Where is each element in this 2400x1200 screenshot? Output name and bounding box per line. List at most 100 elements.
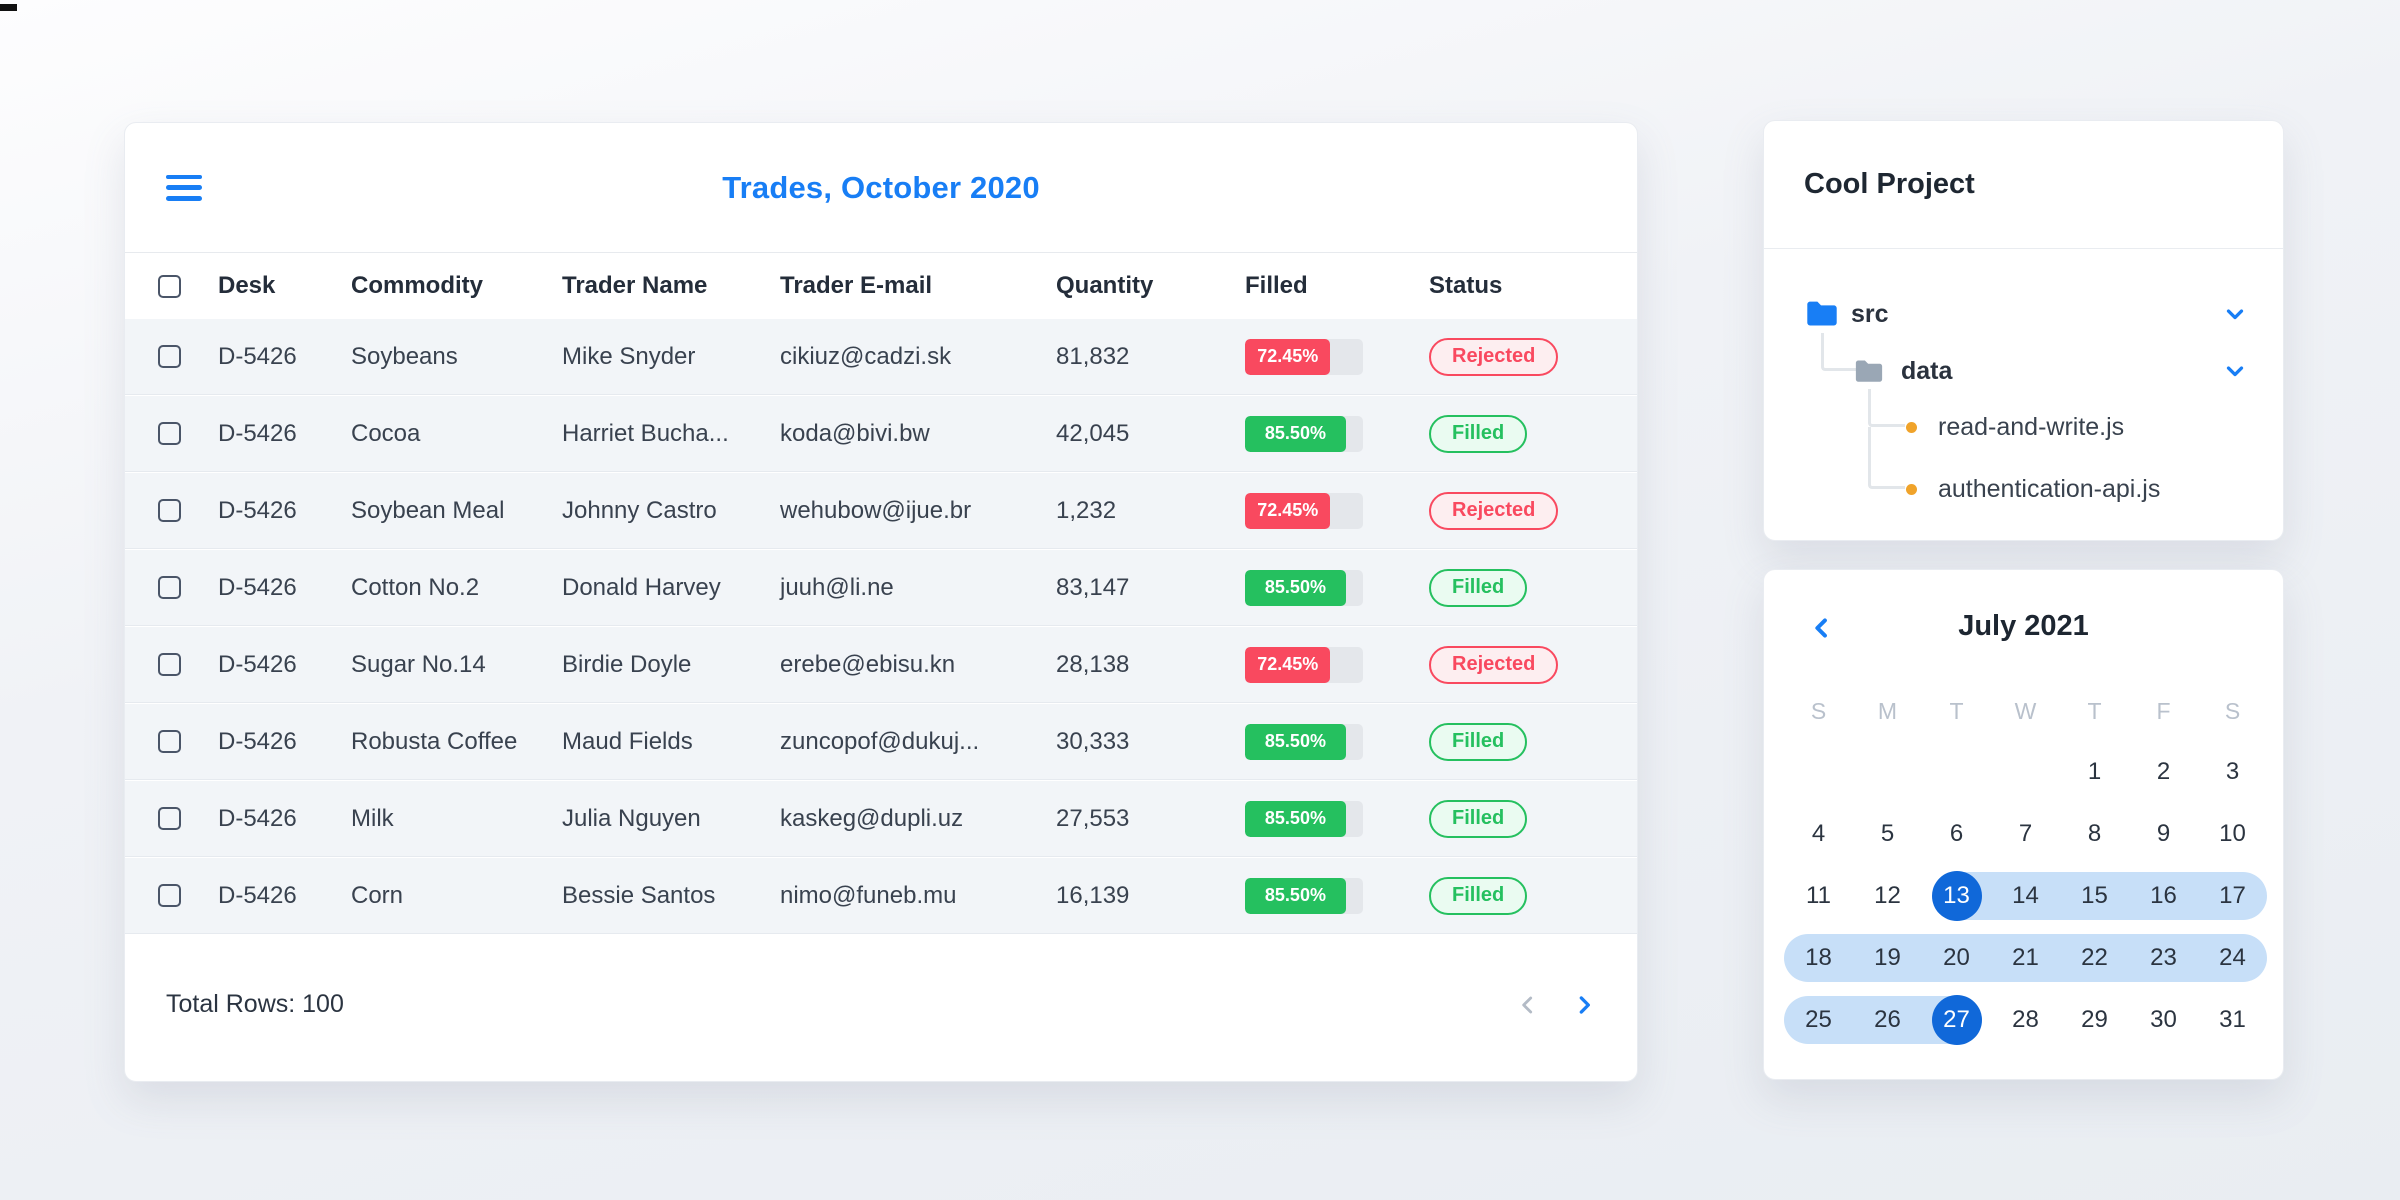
cell-desk: D-5426 [218, 727, 297, 755]
calendar-day[interactable]: 24 [2198, 927, 2267, 989]
calendar-day[interactable]: 17 [2198, 865, 2267, 927]
cell-quantity: 83,147 [1056, 573, 1130, 601]
tree-item-label: data [1901, 356, 1953, 385]
cell-commodity: Robusta Coffee [351, 727, 518, 755]
chevron-down-icon[interactable] [2222, 301, 2248, 327]
project-title: Cool Project [1804, 168, 1975, 200]
calendar-day[interactable]: 7 [1991, 803, 2060, 865]
table-row: D-5426 Soybean Meal Johnny Castro wehubo… [125, 473, 1637, 549]
row-checkbox[interactable] [158, 730, 181, 753]
filled-progress-bar: 72.45% [1245, 492, 1363, 529]
cell-trader-name: Bessie Santos [562, 881, 716, 909]
calendar-day[interactable]: 3 [2198, 741, 2267, 803]
cell-quantity: 30,333 [1056, 727, 1130, 755]
table-row: D-5426 Soybeans Mike Snyder cikiuz@cadzi… [125, 319, 1637, 395]
row-checkbox[interactable] [158, 884, 181, 907]
cell-trader-name: Birdie Doyle [562, 650, 692, 678]
day-of-week-label: S [1810, 697, 1827, 724]
tree-item-data[interactable]: data [1854, 349, 1952, 393]
cell-desk: D-5426 [218, 881, 297, 909]
table-row: D-5426 Corn Bessie Santos nimo@funeb.mu … [125, 858, 1637, 934]
cell-quantity: 28,138 [1056, 650, 1130, 678]
filled-percent-label: 72.45% [1257, 346, 1319, 366]
row-checkbox[interactable] [158, 345, 181, 368]
table-row: D-5426 Milk Julia Nguyen kaskeg@dupli.uz… [125, 781, 1637, 857]
cell-desk: D-5426 [218, 342, 297, 370]
screen-artifact [0, 4, 17, 11]
calendar-day[interactable]: 23 [2129, 927, 2198, 989]
calendar-day[interactable]: 18 [1784, 927, 1853, 989]
status-badge: Rejected [1429, 645, 1559, 684]
trades-title: Trades, October 2020 [722, 169, 1040, 205]
cell-trader-name: Johnny Castro [562, 496, 717, 524]
calendar-day[interactable]: 1 [2060, 741, 2129, 803]
calendar-day[interactable]: 2 [2129, 741, 2198, 803]
calendar-day[interactable]: 20 [1922, 927, 1991, 989]
cell-trader-email: erebe@ebisu.kn [780, 650, 956, 678]
calendar-day[interactable]: 19 [1853, 927, 1922, 989]
calendar-day[interactable]: 25 [1784, 989, 1853, 1051]
col-header-commodity: Commodity [351, 272, 483, 299]
calendar-day[interactable]: 26 [1853, 989, 1922, 1051]
day-of-week-label: M [1877, 697, 1898, 724]
tree-item-file[interactable]: read-and-write.js [1906, 405, 2124, 449]
calendar-day-empty [1853, 741, 1922, 803]
cell-trader-email: wehubow@ijue.br [780, 496, 972, 524]
calendar-day[interactable]: 31 [2198, 989, 2267, 1051]
calendar-title: July 2021 [1958, 610, 2089, 642]
calendar-day[interactable]: 29 [2060, 989, 2129, 1051]
row-checkbox[interactable] [158, 807, 181, 830]
calendar-day[interactable]: 21 [1991, 927, 2060, 989]
calendar-week-row: 4 5 6 7 8 9 10 [1784, 803, 2267, 865]
calendar-day[interactable]: 4 [1784, 803, 1853, 865]
calendar-day[interactable]: 11 [1784, 865, 1853, 927]
calendar-day[interactable]: 30 [2129, 989, 2198, 1051]
filled-progress-bar: 85.50% [1245, 415, 1363, 452]
calendar-day[interactable]: 15 [2060, 865, 2129, 927]
menu-icon[interactable] [166, 174, 202, 201]
calendar-day[interactable]: 28 [1991, 989, 2060, 1051]
cell-commodity: Cocoa [351, 419, 421, 447]
select-all-checkbox[interactable] [158, 274, 181, 298]
tree-item-src[interactable]: src [1805, 292, 1889, 336]
status-badge: Filled [1429, 799, 1528, 838]
chevron-right-icon[interactable] [1569, 990, 1599, 1020]
folder-icon [1807, 301, 1837, 326]
cell-trader-email: juuh@li.ne [780, 573, 894, 601]
calendar-day[interactable]: 27 [1922, 989, 1991, 1051]
filled-progress-bar: 85.50% [1245, 877, 1363, 914]
col-header-trader-name: Trader Name [562, 272, 708, 299]
calendar-day[interactable]: 14 [1991, 865, 2060, 927]
cell-trader-email: kaskeg@dupli.uz [780, 804, 964, 832]
cell-commodity: Soybean Meal [351, 496, 505, 524]
calendar-day[interactable]: 13 [1922, 865, 1991, 927]
calendar-day[interactable]: 8 [2060, 803, 2129, 865]
trades-title-bar: Trades, October 2020 [125, 123, 1637, 253]
calendar-day[interactable]: 5 [1853, 803, 1922, 865]
chevron-left-icon[interactable] [1513, 990, 1543, 1020]
calendar-week-row: 18 19 20 21 22 23 24 [1784, 927, 2267, 989]
total-rows-label: Total Rows: 100 [166, 990, 344, 1018]
filled-percent-label: 85.50% [1264, 731, 1326, 751]
row-checkbox[interactable] [158, 422, 181, 445]
trades-card: Trades, October 2020 Desk Commodity Trad… [124, 122, 1638, 1082]
col-header-quantity: Quantity [1056, 272, 1154, 299]
cell-desk: D-5426 [218, 650, 297, 678]
calendar-grid: 1 2 3 4 5 6 7 8 9 10 11 12 13 14 15 16 17 18 19 20 21 22 23 24 2… [1784, 741, 2267, 1051]
row-checkbox[interactable] [158, 653, 181, 676]
calendar-day[interactable]: 6 [1922, 803, 1991, 865]
calendar-day[interactable]: 12 [1853, 865, 1922, 927]
chevron-down-icon[interactable] [2222, 358, 2248, 384]
cell-quantity: 16,139 [1056, 881, 1130, 909]
calendar-day-empty [1922, 741, 1991, 803]
row-checkbox[interactable] [158, 576, 181, 599]
calendar-day[interactable]: 10 [2198, 803, 2267, 865]
table-body: D-5426 Soybeans Mike Snyder cikiuz@cadzi… [125, 319, 1637, 934]
tree-item-file[interactable]: authentication-api.js [1906, 467, 2160, 511]
calendar-day[interactable]: 9 [2129, 803, 2198, 865]
calendar-day[interactable]: 22 [2060, 927, 2129, 989]
filled-percent-label: 85.50% [1264, 808, 1326, 828]
calendar-day-empty [1991, 741, 2060, 803]
calendar-day[interactable]: 16 [2129, 865, 2198, 927]
row-checkbox[interactable] [158, 499, 181, 522]
